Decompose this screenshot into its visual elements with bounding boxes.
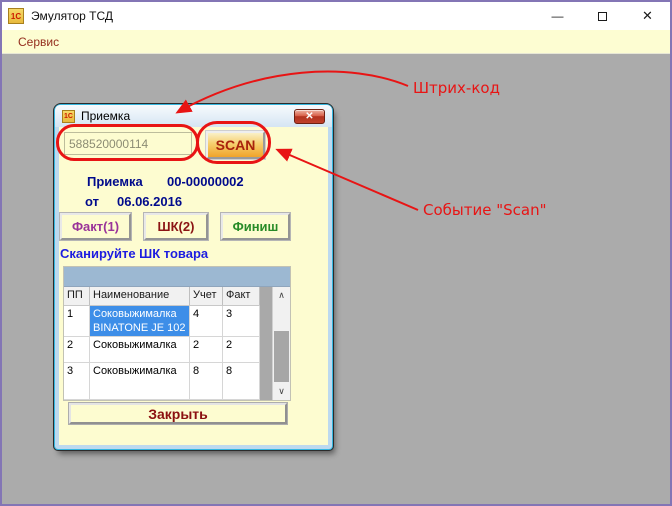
table-scrollbar[interactable]: ∧ ∨ (272, 287, 290, 400)
header-uchet: Учет (190, 287, 223, 305)
name-line-1: Соковыжималка (93, 307, 186, 321)
cell-uchet[interactable]: 8 (190, 363, 223, 400)
doc-date: 06.06.2016 (117, 194, 182, 209)
dialog-close-action-button[interactable]: Закрыть (69, 403, 287, 424)
close-button[interactable]: ✕ (625, 2, 670, 30)
main-window: 1С Эмулятор ТСД — ✕ Сервис 1С Приемка ✕ … (0, 0, 672, 506)
minimize-icon: — (552, 9, 564, 23)
cell-uchet[interactable]: 4 (190, 306, 223, 337)
dialog-close-icon: ✕ (305, 111, 313, 122)
table-filler-column (260, 287, 272, 400)
dialog-title-bar: 1С Приемка ✕ (55, 105, 332, 127)
maximize-button[interactable] (580, 2, 625, 30)
scan-button[interactable]: SCAN (206, 131, 265, 159)
doc-from-label: от (85, 194, 99, 209)
close-icon: ✕ (642, 8, 653, 24)
title-bar: 1С Эмулятор ТСД — ✕ (2, 2, 670, 30)
app-icon: 1С (8, 8, 24, 24)
goods-table: ПП Наименование Учет Факт 1 Соковыжималк… (64, 267, 290, 400)
scroll-down-icon[interactable]: ∨ (273, 383, 290, 400)
header-pp: ПП (64, 287, 90, 305)
header-name: Наименование (90, 287, 190, 305)
menu-bar: Сервис (2, 30, 670, 54)
table-row: 3 Соковыжималка 8 8 (64, 363, 260, 400)
cell-uchet[interactable]: 2 (190, 337, 223, 363)
maximize-icon (598, 12, 607, 21)
scan-event-annotation-label: Событие "Scan" (423, 201, 547, 219)
fact-button[interactable]: Факт(1) (60, 213, 131, 240)
cell-name[interactable]: Соковыжималка (90, 337, 190, 363)
window-title: Эмулятор ТСД (31, 9, 113, 23)
shk-button[interactable]: ШК(2) (144, 213, 208, 240)
barcode-annotation-label: Штрих-код (413, 79, 500, 97)
barcode-input[interactable] (64, 132, 192, 155)
table-top-band (64, 267, 290, 287)
cell-pp[interactable]: 1 (64, 306, 90, 337)
cell-pp[interactable]: 3 (64, 363, 90, 400)
window-controls: — ✕ (535, 2, 670, 30)
dialog-app-icon: 1С (62, 110, 75, 123)
menu-item-service[interactable]: Сервис (18, 35, 59, 49)
scan-prompt: Сканируйте ШК товара (60, 246, 208, 261)
table-row: 2 Соковыжималка 2 2 (64, 337, 260, 363)
table-body: 1 Соковыжималка BINATONE JE 102 4 3 2 Со… (64, 306, 260, 400)
minimize-button[interactable]: — (535, 2, 580, 30)
cell-fakt[interactable]: 8 (223, 363, 260, 400)
cell-fakt[interactable]: 2 (223, 337, 260, 363)
table-header-row: ПП Наименование Учет Факт (64, 287, 260, 306)
scroll-up-icon[interactable]: ∧ (273, 287, 290, 304)
priemka-dialog: 1С Приемка ✕ SCAN Приемка 00-00000002 от… (55, 105, 332, 449)
doc-type-label: Приемка (87, 174, 143, 189)
dialog-close-button[interactable]: ✕ (294, 109, 325, 124)
finish-button[interactable]: Финиш (221, 213, 290, 240)
cell-fakt[interactable]: 3 (223, 306, 260, 337)
dialog-title: Приемка (81, 109, 130, 123)
table-row: 1 Соковыжималка BINATONE JE 102 4 3 (64, 306, 260, 337)
cell-name[interactable]: Соковыжималка (90, 363, 190, 400)
cell-name-selected[interactable]: Соковыжималка BINATONE JE 102 (90, 306, 190, 337)
header-fakt: Факт (223, 287, 260, 305)
client-area: 1С Приемка ✕ SCAN Приемка 00-00000002 от… (2, 54, 670, 504)
doc-number: 00-00000002 (167, 174, 244, 189)
scrollbar-thumb[interactable] (274, 331, 289, 382)
dialog-client: SCAN Приемка 00-00000002 от 06.06.2016 Ф… (59, 127, 328, 445)
name-line-2: BINATONE JE 102 (93, 321, 186, 335)
cell-pp[interactable]: 2 (64, 337, 90, 363)
